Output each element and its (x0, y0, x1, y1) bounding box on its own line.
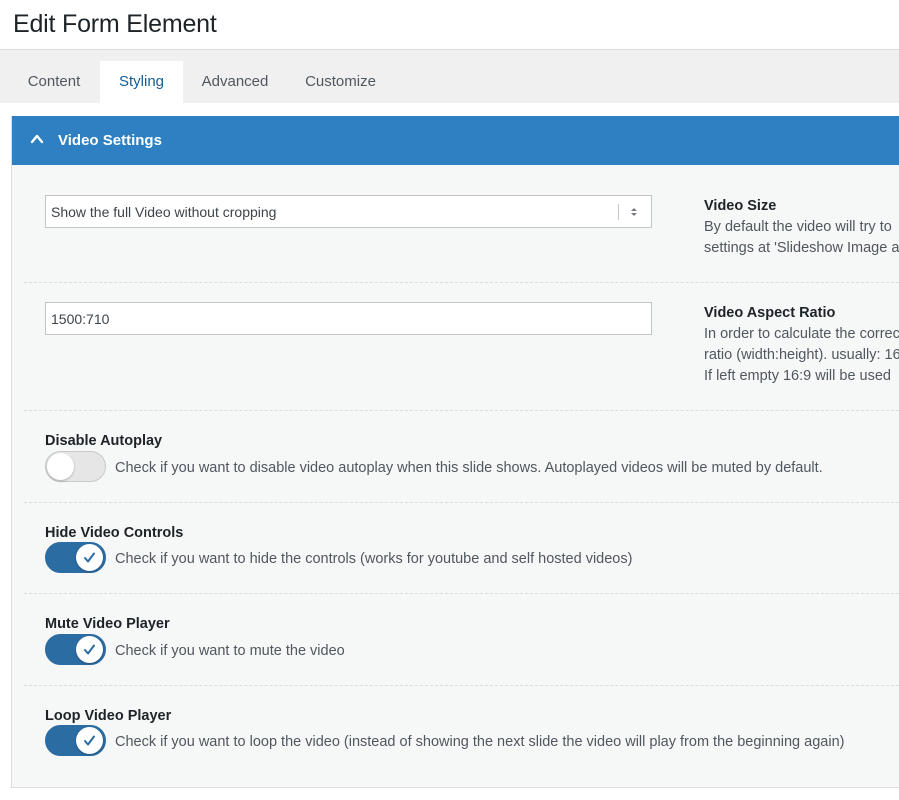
row-divider (24, 282, 899, 283)
toggle-knob (76, 636, 103, 663)
tab-bar: Content Styling Advanced Customize (0, 50, 899, 103)
video-size-select[interactable]: Show the full Video without cropping (45, 195, 652, 228)
aspect-ratio-desc-2: ratio (width:height). usually: 16 (704, 347, 899, 363)
tab-customize[interactable]: Customize (291, 61, 390, 103)
video-settings-header[interactable]: Video Settings (12, 116, 899, 165)
video-size-desc-1: By default the video will try to (704, 219, 892, 235)
loop-video-toggle[interactable] (45, 725, 106, 756)
hide-controls-desc: Check if you want to hide the controls (… (115, 551, 633, 567)
checkmark-icon (84, 735, 95, 746)
section-title: Video Settings (58, 132, 162, 149)
select-divider (618, 204, 619, 220)
mute-video-title: Mute Video Player (45, 616, 170, 632)
aspect-ratio-desc-1: In order to calculate the correc (704, 326, 899, 342)
disable-autoplay-desc: Check if you want to disable video autop… (115, 460, 823, 476)
disable-autoplay-title: Disable Autoplay (45, 433, 163, 449)
mute-video-toggle[interactable] (45, 634, 106, 665)
row-divider (24, 593, 899, 594)
modal-header: Edit Form Element (0, 0, 899, 50)
checkmark-icon (84, 552, 95, 563)
row-divider (24, 685, 899, 686)
mute-video-desc: Check if you want to mute the video (115, 643, 345, 659)
row-divider (24, 410, 899, 411)
toggle-knob (47, 453, 74, 480)
toggle-knob (76, 727, 103, 754)
video-settings-panel: Video Settings Show the full Video witho… (11, 116, 899, 788)
chevron-up-icon (30, 134, 44, 144)
video-size-title: Video Size (704, 198, 777, 214)
sort-arrows-icon (631, 208, 637, 216)
tab-styling[interactable]: Styling (100, 61, 183, 103)
toggle-knob (76, 544, 103, 571)
page-title: Edit Form Element (13, 10, 217, 38)
row-divider (24, 502, 899, 503)
disable-autoplay-toggle[interactable] (45, 451, 106, 482)
tab-content[interactable]: Content (10, 61, 98, 103)
video-size-desc-2: settings at 'Slideshow Image a (704, 240, 899, 256)
hide-controls-toggle[interactable] (45, 542, 106, 573)
checkmark-icon (84, 644, 95, 655)
aspect-ratio-title: Video Aspect Ratio (704, 305, 836, 321)
aspect-ratio-desc-3: If left empty 16:9 will be used (704, 368, 891, 384)
loop-video-desc: Check if you want to loop the video (ins… (115, 734, 845, 750)
hide-controls-title: Hide Video Controls (45, 525, 184, 541)
tab-advanced[interactable]: Advanced (188, 61, 282, 103)
loop-video-title: Loop Video Player (45, 708, 172, 724)
aspect-ratio-input[interactable] (45, 302, 652, 335)
video-size-selected-value: Show the full Video without cropping (51, 204, 277, 220)
